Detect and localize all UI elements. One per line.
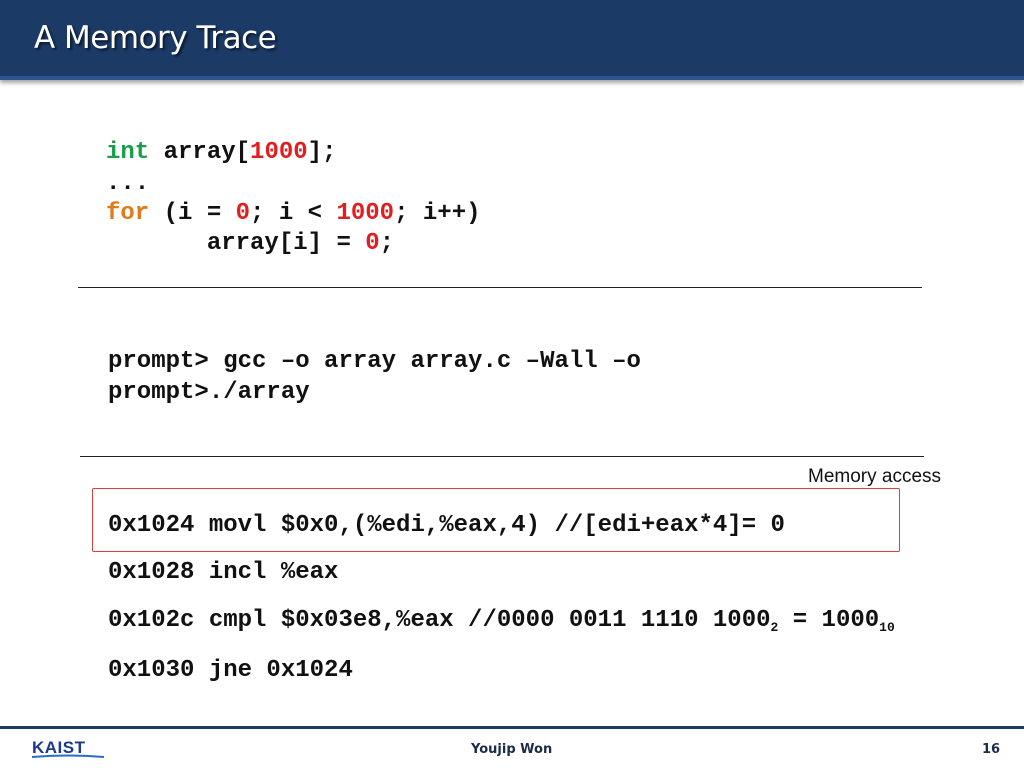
- title-bar-accent: [0, 76, 1024, 80]
- footer-line: [0, 726, 1024, 729]
- svg-text:KAIST: KAIST: [32, 738, 86, 757]
- code-line-1: int array[1000];: [106, 139, 337, 166]
- number-literal: 0: [235, 200, 251, 227]
- asm-line-1: 0x1024 movl $0x0,(%edi,%eax,4) //[edi+ea…: [108, 512, 785, 539]
- number-literal: 1000: [250, 139, 308, 166]
- asm-line-4: 0x1030 jne 0x1024: [108, 657, 353, 684]
- number-literal: 1000: [336, 200, 395, 227]
- kaist-logo: KAIST: [31, 738, 105, 758]
- command-line-2: prompt>./array: [108, 379, 310, 406]
- asm-line-2: 0x1028 incl %eax: [108, 559, 339, 586]
- code-line-2: ...: [106, 170, 150, 197]
- keyword-for: for: [106, 200, 150, 227]
- divider-1: [78, 287, 922, 288]
- number-literal: 0: [365, 230, 380, 257]
- slide-title: A Memory Trace: [34, 20, 277, 56]
- page-number: 16: [982, 742, 1001, 757]
- author-name: Youjip Won: [471, 742, 553, 757]
- code-line-4: array[i] = 0;: [106, 230, 395, 257]
- divider-2: [80, 456, 924, 457]
- assembly-block: 0x1024 movl $0x0,(%edi,%eax,4) //[edi+ea…: [0, 0, 895, 684]
- code-line-3: for (i = 0; i < 1000; i++): [106, 200, 481, 227]
- keyword-int: int: [106, 139, 150, 166]
- memory-access-label: Memory access: [808, 466, 942, 487]
- command-line-1: prompt> gcc –o array array.c –Wall –o: [108, 348, 641, 375]
- asm-line-3: 0x102c cmpl $0x03e8,%eax //0000 0011 111…: [108, 607, 895, 635]
- base-10-subscript: 10: [879, 620, 895, 635]
